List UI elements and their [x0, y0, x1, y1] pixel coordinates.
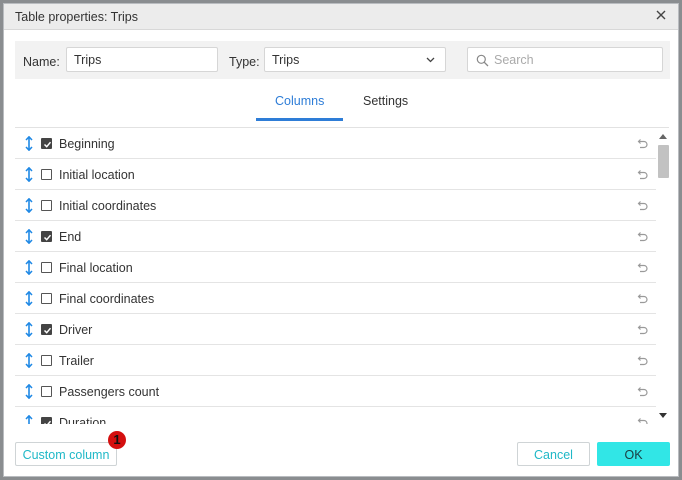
name-field[interactable]: Trips	[66, 47, 218, 72]
column-checkbox[interactable]	[41, 138, 52, 149]
name-field-value: Trips	[74, 53, 102, 67]
drag-handle-icon[interactable]	[25, 167, 33, 182]
drag-handle-icon[interactable]	[25, 415, 33, 424]
drag-handle-icon[interactable]	[25, 384, 33, 399]
search-placeholder: Search	[494, 53, 534, 67]
close-icon[interactable]	[654, 8, 668, 22]
reset-icon[interactable]	[636, 355, 648, 366]
column-row[interactable]: Final coordinates	[15, 283, 656, 314]
tab-columns[interactable]: Columns	[275, 94, 324, 108]
checkmark-icon	[43, 141, 52, 148]
reset-icon[interactable]	[636, 262, 648, 273]
column-checkbox[interactable]	[41, 355, 52, 366]
ok-button[interactable]: OK	[597, 442, 670, 466]
column-row[interactable]: Initial coordinates	[15, 190, 656, 221]
cancel-button[interactable]: Cancel	[517, 442, 590, 466]
column-row[interactable]: Beginning	[15, 128, 656, 159]
chevron-down-icon	[426, 57, 435, 63]
column-row[interactable]: Trailer	[15, 345, 656, 376]
type-select-value: Trips	[272, 53, 300, 67]
dialog-title: Table properties: Trips	[15, 10, 138, 24]
column-row[interactable]: Passengers count	[15, 376, 656, 407]
column-checkbox[interactable]	[41, 231, 52, 242]
column-label: Initial location	[59, 168, 135, 182]
checkmark-icon	[43, 327, 52, 334]
reset-icon[interactable]	[636, 324, 648, 335]
tab-bar: Columns Settings	[4, 88, 678, 122]
column-checkbox[interactable]	[41, 386, 52, 397]
active-tab-underline	[256, 118, 343, 121]
column-checkbox[interactable]	[41, 200, 52, 211]
column-row[interactable]: Initial location	[15, 159, 656, 190]
dialog-titlebar: Table properties: Trips	[4, 4, 678, 30]
reset-icon[interactable]	[636, 293, 648, 304]
column-label: Beginning	[59, 137, 115, 151]
reset-icon[interactable]	[636, 386, 648, 397]
dialog-footer: Custom column 1 Cancel OK	[4, 424, 678, 478]
column-label: Driver	[59, 323, 93, 337]
column-row[interactable]: Duration	[15, 407, 656, 424]
reset-icon[interactable]	[636, 417, 648, 424]
scroll-down-icon[interactable]	[659, 413, 667, 419]
type-select[interactable]: Trips	[264, 47, 446, 72]
column-label: Duration	[59, 416, 107, 424]
column-label: Initial coordinates	[59, 199, 157, 213]
column-checkbox[interactable]	[41, 324, 52, 335]
column-label: Passengers count	[59, 385, 160, 399]
reset-icon[interactable]	[636, 200, 648, 211]
drag-handle-icon[interactable]	[25, 198, 33, 213]
checkmark-icon	[43, 234, 52, 241]
reset-icon[interactable]	[636, 169, 648, 180]
reset-icon[interactable]	[636, 231, 648, 242]
table-properties-dialog: Table properties: Trips Name: Trips Type…	[3, 3, 679, 477]
tab-settings[interactable]: Settings	[363, 94, 408, 108]
column-label: Final coordinates	[59, 292, 155, 306]
filter-bar: Name: Trips Type: Trips Search	[15, 41, 670, 79]
column-label: Final location	[59, 261, 133, 275]
column-row[interactable]: Driver	[15, 314, 656, 345]
custom-column-button[interactable]: Custom column	[15, 442, 117, 466]
column-checkbox[interactable]	[41, 293, 52, 304]
scroll-up-icon[interactable]	[659, 133, 667, 139]
drag-handle-icon[interactable]	[25, 260, 33, 275]
search-input[interactable]: Search	[467, 47, 663, 72]
column-row[interactable]: End	[15, 221, 656, 252]
type-label: Type:	[229, 55, 260, 69]
drag-handle-icon[interactable]	[25, 353, 33, 368]
drag-handle-icon[interactable]	[25, 322, 33, 337]
search-icon	[476, 54, 489, 67]
column-label: Trailer	[59, 354, 94, 368]
column-checkbox[interactable]	[41, 417, 52, 424]
reset-icon[interactable]	[636, 138, 648, 149]
scrollbar-thumb[interactable]	[658, 145, 669, 178]
column-row[interactable]: Final location	[15, 252, 656, 283]
annotation-marker: 1	[108, 431, 126, 449]
drag-handle-icon[interactable]	[25, 136, 33, 151]
column-checkbox[interactable]	[41, 169, 52, 180]
drag-handle-icon[interactable]	[25, 229, 33, 244]
column-checkbox[interactable]	[41, 262, 52, 273]
scrollbar[interactable]	[656, 129, 670, 424]
drag-handle-icon[interactable]	[25, 291, 33, 306]
column-label: End	[59, 230, 82, 244]
columns-list[interactable]: Beginning Initial location Initial coordin…	[15, 127, 669, 424]
name-label: Name:	[23, 55, 60, 69]
